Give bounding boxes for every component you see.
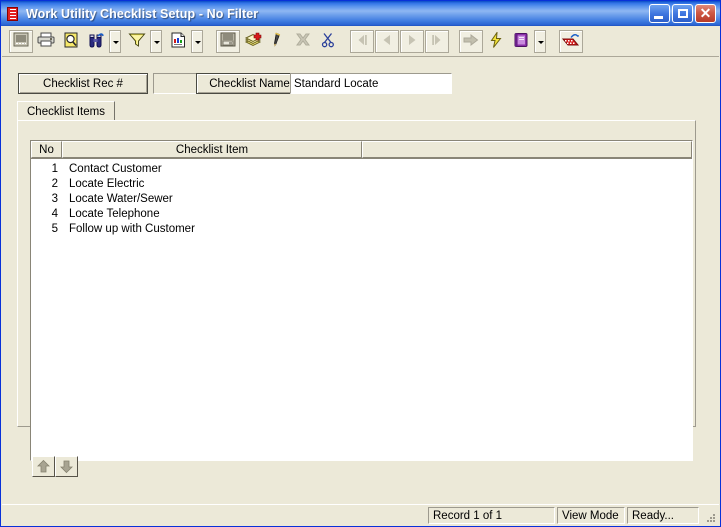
application-window: Work Utility Checklist Setup - No Filter… xyxy=(0,0,721,527)
filter-dropdown-arrow[interactable] xyxy=(150,29,162,53)
close-window-button[interactable] xyxy=(559,29,583,53)
print-preview-button[interactable] xyxy=(59,30,83,53)
column-header-no[interactable]: No xyxy=(31,141,62,158)
magnifier-page-icon xyxy=(63,32,80,51)
print-button[interactable] xyxy=(34,30,58,53)
close-button[interactable]: ✕ xyxy=(695,4,716,23)
notepad-icon xyxy=(5,6,21,22)
row-item: Contact Customer xyxy=(69,162,162,175)
edit-button[interactable] xyxy=(266,30,290,53)
resize-grip-icon[interactable] xyxy=(701,507,717,524)
previous-record-icon xyxy=(380,34,394,49)
report-button[interactable] xyxy=(166,30,190,53)
status-bar: Record 1 of 1 View Mode Ready... xyxy=(2,504,719,526)
last-record-button[interactable] xyxy=(425,29,449,53)
goto-button[interactable] xyxy=(459,29,483,53)
right-arrow-icon xyxy=(463,33,479,50)
table-row[interactable]: 5 Follow up with Customer xyxy=(31,221,692,236)
row-no: 3 xyxy=(51,192,58,205)
minimize-button[interactable] xyxy=(649,4,670,23)
toolbar xyxy=(2,26,719,57)
stack-plus-icon xyxy=(244,32,262,51)
tab-checklist-items[interactable]: Checklist Items xyxy=(17,101,115,121)
checklist-rec-label[interactable]: Checklist Rec # xyxy=(18,73,148,94)
checklist-name-label[interactable]: Checklist Name xyxy=(196,73,303,94)
row-item: Locate Water/Sewer xyxy=(69,192,173,205)
table-row[interactable]: 2 Locate Electric xyxy=(31,176,692,191)
find-button[interactable] xyxy=(84,30,108,53)
checklist-items-list: No Checklist Item 1 Contact Customer 2 L… xyxy=(30,140,693,461)
title-bar: Work Utility Checklist Setup - No Filter… xyxy=(1,1,720,26)
close-icon: ✕ xyxy=(699,5,712,21)
scissors-icon xyxy=(321,32,335,51)
status-spacer xyxy=(2,507,428,524)
funnel-icon xyxy=(128,32,146,51)
row-item: Follow up with Customer xyxy=(69,222,195,235)
pencil-icon xyxy=(271,32,285,51)
binoculars-icon xyxy=(87,32,105,51)
status-record: Record 1 of 1 xyxy=(428,507,555,524)
previous-record-button[interactable] xyxy=(375,29,399,53)
help-dropdown-arrow[interactable] xyxy=(534,29,546,53)
row-no: 5 xyxy=(51,222,58,235)
status-ready: Ready... xyxy=(627,507,699,524)
row-no: 2 xyxy=(51,177,58,190)
filter-button[interactable] xyxy=(125,30,149,53)
table-row[interactable]: 1 Contact Customer xyxy=(31,161,692,176)
help-book-button[interactable] xyxy=(509,30,533,53)
column-header-blank[interactable] xyxy=(362,141,692,158)
maximize-button[interactable] xyxy=(672,4,693,23)
window-title: Work Utility Checklist Setup - No Filter xyxy=(26,6,259,21)
printer-icon xyxy=(37,32,55,50)
move-down-icon xyxy=(56,459,77,474)
x-mark-icon xyxy=(295,32,311,50)
cut-button[interactable] xyxy=(316,30,340,53)
list-header-row: No Checklist Item xyxy=(31,141,692,159)
table-row[interactable]: 4 Locate Telephone xyxy=(31,206,692,221)
window-controls: ✕ xyxy=(649,4,716,23)
new-record-button[interactable] xyxy=(241,30,265,53)
purple-book-icon xyxy=(513,32,529,51)
row-no: 4 xyxy=(51,207,58,220)
tab-label: Checklist Items xyxy=(27,105,105,118)
move-down-button[interactable] xyxy=(55,456,78,477)
row-item: Locate Telephone xyxy=(69,207,160,220)
list-rows: 1 Contact Customer 2 Locate Electric 3 L… xyxy=(31,159,692,236)
column-header-checklist-item[interactable]: Checklist Item xyxy=(62,141,362,158)
lightning-bolt-icon xyxy=(489,30,503,51)
first-record-icon xyxy=(355,34,369,49)
last-record-icon xyxy=(430,34,444,49)
report-dropdown-arrow[interactable] xyxy=(191,29,203,53)
close-form-icon xyxy=(561,32,580,51)
first-record-button[interactable] xyxy=(350,29,374,53)
save-button[interactable] xyxy=(216,29,240,53)
move-up-button[interactable] xyxy=(32,456,55,477)
next-record-button[interactable] xyxy=(400,29,424,53)
move-up-icon xyxy=(33,459,54,474)
document-chart-icon xyxy=(171,32,186,51)
next-record-icon xyxy=(405,34,419,49)
row-item: Locate Electric xyxy=(69,177,145,190)
design-view-button[interactable] xyxy=(9,29,33,53)
floppy-disk-icon xyxy=(220,32,236,50)
delete-button[interactable] xyxy=(291,30,315,53)
quick-action-button[interactable] xyxy=(484,30,508,53)
find-dropdown-arrow[interactable] xyxy=(109,29,121,53)
grid-icon xyxy=(13,32,29,50)
checklist-name-value[interactable]: Standard Locate xyxy=(290,73,452,94)
status-mode: View Mode xyxy=(557,507,625,524)
row-no: 1 xyxy=(51,162,58,175)
table-row[interactable]: 3 Locate Water/Sewer xyxy=(31,191,692,206)
